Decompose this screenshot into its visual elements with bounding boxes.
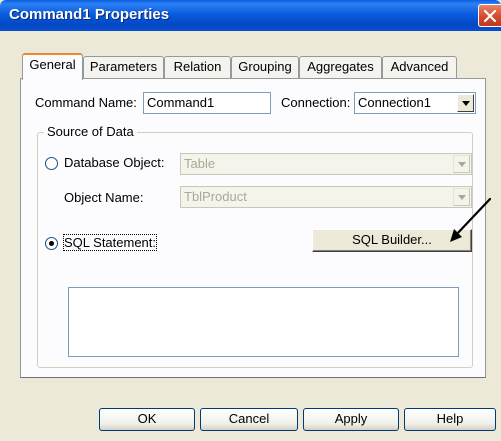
title-bar[interactable]: Command1 Properties: [0, 0, 501, 31]
sql-statement-label: SQL Statement:: [62, 234, 158, 251]
tab-aggregates-label: Aggregates: [307, 59, 374, 74]
connection-label: Connection:: [281, 95, 351, 110]
tab-grouping-label: Grouping: [238, 59, 292, 74]
object-name-select-value: TblProduct: [184, 189, 247, 204]
cancel-button[interactable]: Cancel: [200, 408, 298, 431]
object-name-label: Object Name:: [64, 190, 144, 205]
tab-relation-label: Relation: [173, 59, 222, 74]
object-name-select[interactable]: TblProduct: [180, 186, 472, 208]
close-button[interactable]: [478, 4, 501, 27]
database-object-label: Database Object:: [64, 155, 165, 170]
database-object-select-value: Table: [184, 156, 216, 171]
tab-aggregates[interactable]: Aggregates: [299, 56, 382, 79]
connection-dropdown-button[interactable]: [457, 94, 474, 112]
close-icon: [484, 10, 496, 22]
sql-statement-textarea[interactable]: [68, 287, 459, 357]
tab-advanced-label: Advanced: [390, 59, 449, 74]
ok-button[interactable]: OK: [99, 408, 195, 431]
command-name-input[interactable]: Command1: [143, 92, 271, 114]
tab-relation[interactable]: Relation: [164, 56, 231, 79]
command-name-label: Command Name:: [35, 95, 137, 110]
sql-statement-radio[interactable]: [45, 237, 58, 250]
database-object-radio[interactable]: [45, 157, 58, 170]
chevron-down-icon: [458, 162, 466, 167]
database-object-select[interactable]: Table: [180, 153, 472, 175]
arrow-annotation: [450, 197, 492, 242]
database-object-dropdown-button[interactable]: [453, 155, 470, 173]
source-of-data-legend: Source of Data: [44, 124, 137, 139]
connection-select[interactable]: Connection1: [354, 92, 476, 114]
command-name-label-text: Command Name:: [35, 95, 137, 110]
properties-dialog: Command1 Properties General Parameters R…: [0, 0, 501, 441]
tab-general[interactable]: General: [22, 53, 83, 80]
help-button[interactable]: Help: [404, 408, 496, 431]
tab-grouping[interactable]: Grouping: [231, 56, 299, 79]
tab-advanced[interactable]: Advanced: [382, 56, 457, 79]
tab-general-label: General: [29, 57, 76, 72]
window-title: Command1 Properties: [9, 6, 170, 23]
apply-button-label: Apply: [334, 411, 368, 426]
tab-parameters-label: Parameters: [89, 59, 158, 74]
chevron-down-icon: [462, 101, 470, 106]
tab-parameters[interactable]: Parameters: [83, 56, 164, 79]
apply-button[interactable]: Apply: [303, 408, 399, 431]
connection-select-value: Connection1: [358, 95, 431, 110]
